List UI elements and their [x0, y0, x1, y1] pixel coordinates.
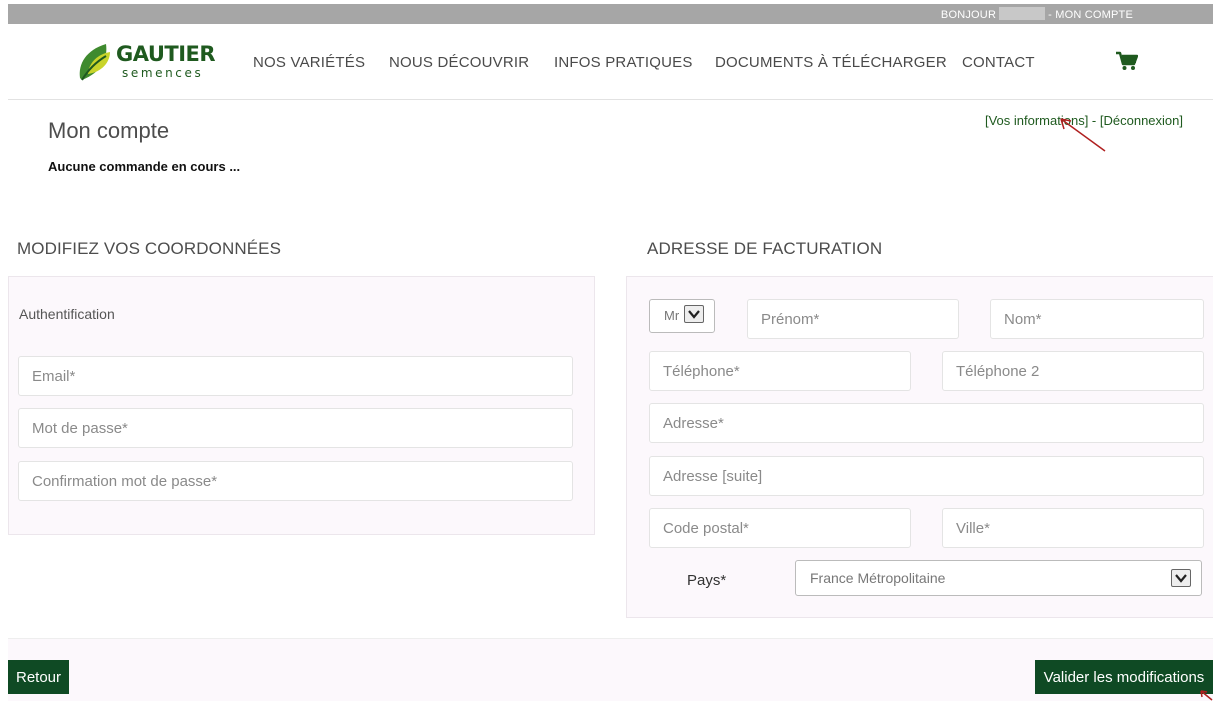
billing-panel: Mr Pays* France Métropolitaine	[626, 276, 1213, 618]
chevron-down-icon	[684, 305, 704, 323]
confirm-password-field[interactable]	[18, 461, 573, 501]
phone2-field[interactable]	[942, 351, 1204, 391]
edit-details-heading: MODIFIEZ VOS COORDONNÉES	[17, 239, 282, 258]
city-field[interactable]	[942, 508, 1204, 548]
country-label: Pays*	[687, 572, 727, 589]
civility-value: Mr	[664, 308, 680, 323]
brand-subtitle: semences	[122, 66, 204, 80]
nav-item-decouvrir[interactable]: NOUS DÉCOUVRIR	[389, 54, 529, 71]
nav-item-infos[interactable]: INFOS PRATIQUES	[554, 54, 693, 71]
top-utility-bar: BONJOUR - MON COMPTE	[8, 4, 1213, 24]
brand-logo[interactable]: GAUTIER semences	[76, 42, 216, 86]
country-value: France Métropolitaine	[810, 570, 946, 586]
nav-item-contact[interactable]: CONTACT	[962, 54, 1035, 71]
email-field[interactable]	[18, 356, 573, 396]
chevron-down-icon	[1171, 569, 1191, 587]
account-links: [Vos informations] - [Déconnexion]	[985, 113, 1183, 128]
password-field[interactable]	[18, 408, 573, 448]
leaf-logo-icon	[79, 44, 110, 81]
credentials-panel: Authentification	[8, 276, 595, 535]
links-separator: -	[1088, 113, 1100, 128]
account-greeting: BONJOUR - MON COMPTE	[941, 7, 1133, 21]
page-title: Mon compte	[48, 118, 170, 143]
authentication-label: Authentification	[19, 306, 115, 322]
zip-field[interactable]	[649, 508, 911, 548]
form-footer	[8, 638, 1213, 701]
nav-item-documents[interactable]: DOCUMENTS À TÉLÉCHARGER	[715, 54, 947, 71]
save-changes-button[interactable]: Valider les modifications	[1035, 660, 1213, 694]
lastname-field[interactable]	[990, 299, 1204, 339]
your-information-link[interactable]: [Vos informations]	[985, 113, 1088, 128]
order-status-text: Aucune commande en cours ...	[48, 159, 241, 174]
civility-select[interactable]: Mr	[649, 299, 715, 333]
my-account-link[interactable]: - MON COMPTE	[1048, 9, 1133, 21]
logout-link[interactable]: [Déconnexion]	[1100, 113, 1183, 128]
country-select[interactable]: France Métropolitaine	[795, 560, 1202, 596]
nav-item-varietes[interactable]: NOS VARIÉTÉS	[253, 54, 365, 71]
greeting-text: BONJOUR	[940, 9, 997, 21]
firstname-field[interactable]	[747, 299, 959, 339]
brand-name: GAUTIER	[116, 42, 216, 66]
back-button[interactable]: Retour	[8, 660, 69, 694]
redacted-username	[999, 7, 1046, 20]
phone-field[interactable]	[649, 351, 911, 391]
address-field[interactable]	[649, 403, 1204, 443]
address2-field[interactable]	[649, 456, 1204, 496]
billing-address-heading: ADRESSE DE FACTURATION	[647, 239, 883, 258]
main-navbar: GAUTIER semences NOS VARIÉTÉS NOUS DÉCOU…	[8, 24, 1213, 100]
shopping-cart-icon[interactable]	[1116, 51, 1138, 71]
